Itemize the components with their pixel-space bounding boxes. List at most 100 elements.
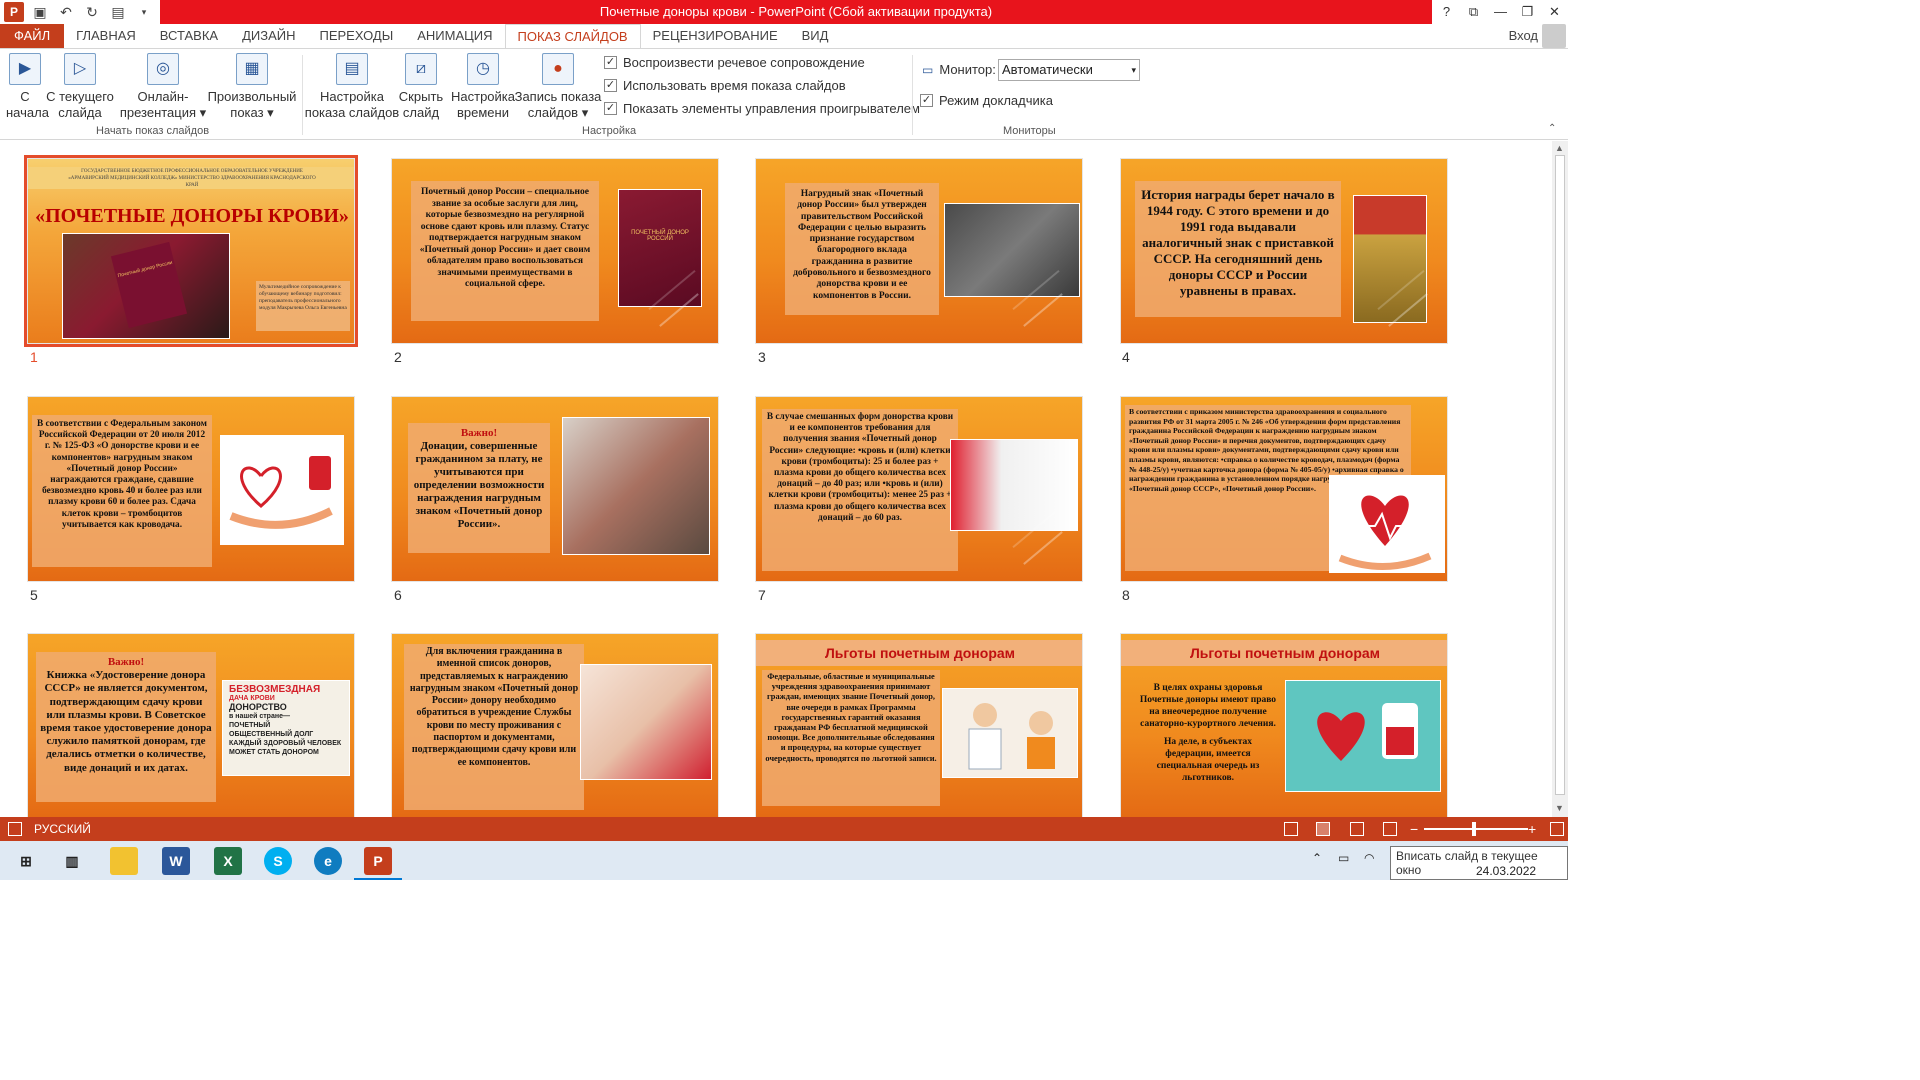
slide-image [950, 439, 1078, 531]
avatar[interactable] [1542, 24, 1566, 48]
slide-image [562, 417, 710, 555]
presenter-view-checkbox[interactable]: ✓ Режим докладчика [920, 93, 1053, 108]
fit-slide-icon[interactable] [1550, 822, 1564, 836]
tab-slide-show[interactable]: ПОКАЗ СЛАЙДОВ [504, 24, 641, 48]
ribbon: ▶ С начала ▷ С текущего слайда ◎ Онлайн-… [0, 48, 1568, 140]
slide-thumbnail[interactable]: В случае смешанных форм донорства крови … [755, 396, 1083, 582]
slide-header-small: ГОСУДАРСТВЕННОЕ БЮДЖЕТНОЕ ПРОФЕССИОНАЛЬН… [28, 167, 354, 189]
reading-view-icon[interactable] [1350, 822, 1364, 836]
file-explorer-icon[interactable] [110, 847, 138, 875]
customize-qat-icon[interactable]: ▾ [134, 2, 154, 22]
slide-image: Почетный донор России [62, 233, 230, 339]
ribbon-separator [302, 55, 303, 135]
ribbon-tabs: ФАЙЛ ГЛАВНАЯ ВСТАВКА ДИЗАЙН ПЕРЕХОДЫ АНИ… [0, 24, 1568, 48]
sign-in-link[interactable]: Вход [1509, 28, 1538, 43]
excel-icon[interactable]: X [214, 847, 242, 875]
redo-icon[interactable]: ↻ [82, 2, 102, 22]
custom-show-button[interactable]: ▦ Произвольный показ ▾ [206, 53, 298, 121]
task-view-icon[interactable]: ▥ [58, 847, 86, 875]
powerpoint-taskbar-icon[interactable]: P [364, 847, 392, 875]
slide-number: 5 [30, 587, 38, 603]
wifi-icon[interactable]: ◠ [1364, 851, 1374, 865]
word-icon[interactable]: W [162, 847, 190, 875]
slide-thumbnail[interactable]: Для включения гражданина в именной списо… [391, 633, 719, 817]
slide-title: «ПОЧЕТНЫЕ ДОНОРЫ КРОВИ» [35, 205, 349, 227]
setup-slideshow-button[interactable]: ▤ Настройка показа слайдов [304, 53, 400, 121]
vertical-scrollbar[interactable]: ▲ ▼ [1552, 141, 1568, 817]
language-indicator[interactable]: РУССКИЙ [34, 817, 91, 841]
save-icon[interactable]: ▣ [30, 2, 50, 22]
tab-file[interactable]: ФАЙЛ [0, 24, 65, 48]
slide-thumbnail[interactable]: История награды берет начало в 1944 году… [1120, 158, 1448, 344]
tab-insert[interactable]: ВСТАВКА [148, 24, 230, 48]
zoom-slider[interactable] [1424, 822, 1528, 836]
checkmark-icon: ✓ [604, 79, 617, 92]
zoom-slider-handle[interactable] [1472, 822, 1476, 836]
tab-review[interactable]: РЕЦЕНЗИРОВАНИЕ [641, 24, 790, 48]
scrollbar-thumb[interactable] [1555, 155, 1565, 795]
warning-label: Важно! [107, 656, 145, 668]
minimize-button[interactable]: — [1487, 0, 1514, 24]
slide-thumbnail[interactable]: В соответствии с приказом министерства з… [1120, 396, 1448, 582]
slide-heading: Льготы почетным донорам [1121, 640, 1447, 666]
slide-thumbnail[interactable]: В соответствии с Федеральным законом Рос… [27, 396, 355, 582]
slide-sorter-view-icon[interactable] [1316, 822, 1330, 836]
checkmark-icon: ✓ [604, 56, 617, 69]
tab-view[interactable]: ВИД [790, 24, 841, 48]
powerpoint-window: P ▣ ↶ ↻ ▤ ▾ Почетные доноры крови - Powe… [0, 0, 1568, 1080]
clock-icon: ◷ [467, 53, 499, 85]
slide-thumbnail[interactable]: Важно! Донации, совершенные гражданином … [391, 396, 719, 582]
blood-donation-icon [1317, 703, 1418, 761]
close-button[interactable]: ✕ [1541, 0, 1568, 24]
slide-thumbnail[interactable]: ГОСУДАРСТВЕННОЕ БЮДЖЕТНОЕ ПРОФЕССИОНАЛЬН… [24, 155, 358, 347]
monitor-select[interactable]: Автоматически ▾ [998, 59, 1140, 81]
show-media-controls-checkbox[interactable]: ✓ Показать элементы управления проигрыва… [604, 101, 920, 116]
taskbar-date[interactable]: 24.03.2022 [1476, 864, 1536, 878]
zoom-out-icon[interactable]: − [1410, 817, 1418, 841]
tray-overflow-icon[interactable]: ⌃ [1312, 851, 1322, 865]
tab-transitions[interactable]: ПЕРЕХОДЫ [308, 24, 406, 48]
record-slideshow-button[interactable]: ● Запись показа слайдов ▾ [514, 53, 602, 121]
slide-image [944, 203, 1080, 297]
slide-thumbnail[interactable]: Почетный донор России – специальное зван… [391, 158, 719, 344]
tab-home[interactable]: ГЛАВНАЯ [64, 24, 148, 48]
zoom-in-icon[interactable]: + [1528, 817, 1536, 841]
from-beginning-button[interactable]: ▶ С начала [6, 53, 49, 121]
rehearse-timings-button[interactable]: ◷ Настройка времени [450, 53, 516, 121]
ribbon-display-button[interactable]: ⧉ [1460, 0, 1487, 24]
slide-thumbnail[interactable]: Льготы почетным донорам Федеральные, обл… [755, 633, 1083, 817]
play-narrations-checkbox[interactable]: ✓ Воспроизвести речевое сопровождение [604, 55, 865, 70]
scroll-up-icon[interactable]: ▲ [1555, 143, 1564, 153]
monitor-icon: ▭ [922, 62, 934, 77]
skype-icon[interactable]: S [264, 847, 292, 875]
warning-label: Важно! [460, 427, 498, 439]
edge-icon[interactable]: e [314, 847, 342, 875]
tab-animations[interactable]: АНИМАЦИЯ [405, 24, 504, 48]
battery-icon[interactable]: ▭ [1338, 851, 1349, 865]
ribbon-separator [912, 55, 913, 135]
use-timings-checkbox[interactable]: ✓ Использовать время показа слайдов [604, 78, 846, 93]
slide-number: 6 [394, 587, 402, 603]
collapse-ribbon-icon[interactable]: ⌃ [1548, 123, 1556, 134]
online-presentation-button[interactable]: ◎ Онлайн- презентация ▾ [118, 53, 208, 121]
slide-thumbnail[interactable]: Нагрудный знак «Почетный донор России» б… [755, 158, 1083, 344]
windows-start-icon[interactable]: ⊞ [12, 847, 40, 875]
restore-button[interactable]: ❐ [1514, 0, 1541, 24]
scroll-down-icon[interactable]: ▼ [1555, 803, 1564, 813]
slide-number: 4 [1122, 349, 1130, 365]
status-bar: РУССКИЙ − + [0, 817, 1568, 841]
heart-hand-icon [229, 456, 333, 529]
help-button[interactable]: ? [1433, 0, 1460, 24]
undo-icon[interactable]: ↶ [56, 2, 76, 22]
hide-slide-button[interactable]: ⧄ Скрыть слайд [398, 53, 444, 121]
from-current-slide-button[interactable]: ▷ С текущего слайда [46, 53, 114, 121]
tab-design[interactable]: ДИЗАЙН [230, 24, 307, 48]
normal-view-icon[interactable] [1284, 822, 1298, 836]
slideshow-view-icon[interactable] [1383, 822, 1397, 836]
spellcheck-icon[interactable] [8, 822, 22, 836]
start-from-beginning-icon[interactable]: ▤ [108, 2, 128, 22]
slide-thumbnail[interactable]: Льготы почетным донорам В целях охраны з… [1120, 633, 1448, 817]
slide-thumbnail[interactable]: Важно! Книжка «Удостоверение донора СССР… [27, 633, 355, 817]
monitor-label: ▭ Монитор: [922, 62, 996, 77]
active-app-indicator [354, 878, 402, 880]
